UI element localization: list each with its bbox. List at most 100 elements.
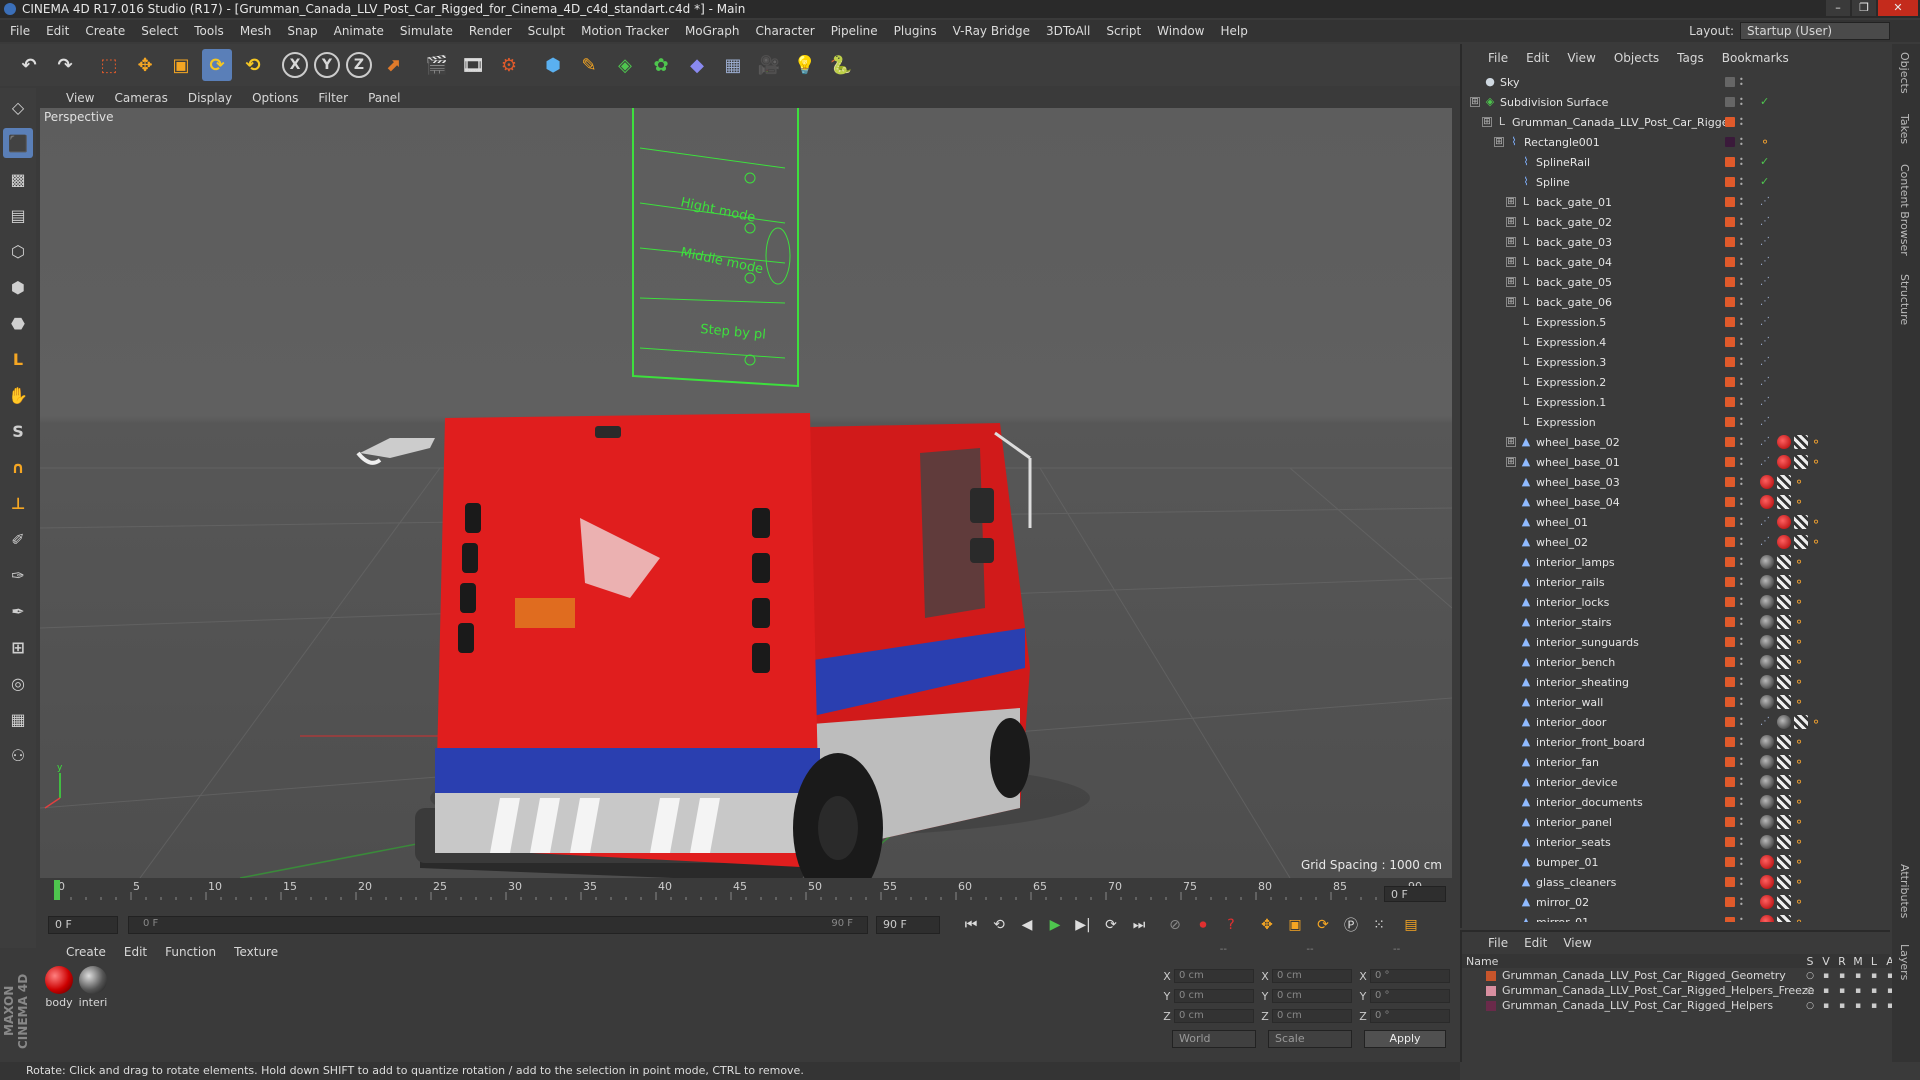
locked-icon[interactable]: ▪ — [1866, 986, 1882, 996]
recent-tool-icon[interactable]: ⟲ — [238, 49, 268, 81]
mat-dark-tag-icon[interactable] — [1777, 715, 1791, 729]
xp-tag-icon[interactable]: ⋰ — [1760, 415, 1774, 429]
menu-character[interactable]: Character — [755, 24, 814, 38]
object-row-splinerail[interactable]: ⌇ SplineRail • • ✓ — [1462, 152, 1890, 172]
play-icon[interactable]: ▶ — [1044, 914, 1066, 936]
menu-select[interactable]: Select — [141, 24, 178, 38]
layer-color-swatch[interactable] — [1725, 777, 1735, 787]
object-row-interior-sheating[interactable]: ▲ interior_sheating • • ⚬ — [1462, 672, 1890, 692]
orange-tag-icon[interactable]: ⚬ — [1794, 795, 1808, 809]
minimize-icon[interactable]: – — [1826, 0, 1850, 16]
orange-tag-icon[interactable]: ⚬ — [1794, 555, 1808, 569]
check-tag-icon[interactable] — [1794, 535, 1808, 549]
render-view-icon[interactable]: 🎬 — [422, 49, 452, 81]
mat-dark-tag-icon[interactable] — [1760, 815, 1774, 829]
mat-red-tag-icon[interactable] — [1760, 855, 1774, 869]
object-row-subdivision-surface[interactable]: ⊞ ◈ Subdivision Surface • • ✓ — [1462, 92, 1890, 112]
playhead[interactable] — [54, 880, 60, 900]
visibility-dots-icon[interactable]: •• — [1739, 376, 1745, 389]
layer-color-swatch[interactable] — [1725, 797, 1735, 807]
mat-dark-tag-icon[interactable] — [1760, 675, 1774, 689]
solo-icon[interactable]: ○ — [1802, 971, 1818, 981]
rig-hud-panel[interactable]: Hight mode Middle mode Step by pl — [632, 108, 799, 388]
render-icon[interactable]: ▪ — [1834, 1001, 1850, 1011]
live-selection-icon[interactable]: ⬚ — [94, 49, 124, 81]
light-icon[interactable]: 💡 — [790, 49, 820, 81]
object-name[interactable]: Expression.5 — [1536, 316, 1606, 329]
visible-icon[interactable]: ▪ — [1818, 971, 1834, 981]
key-position-icon[interactable]: ✥ — [1256, 914, 1278, 936]
menu-v-ray-bridge[interactable]: V-Ray Bridge — [953, 24, 1030, 38]
visibility-dots-icon[interactable]: •• — [1739, 76, 1745, 89]
layer-color-swatch[interactable] — [1725, 517, 1735, 527]
key-pla-icon[interactable]: ⁙ — [1368, 914, 1390, 936]
visibility-dots-icon[interactable]: •• — [1739, 536, 1745, 549]
side-tab-objects[interactable]: Objects — [1898, 52, 1911, 94]
mat-red-tag-icon[interactable] — [1760, 895, 1774, 909]
orange-tag-icon[interactable]: ⚬ — [1794, 675, 1808, 689]
object-row-interior-wall[interactable]: ▲ interior_wall • • ⚬ — [1462, 692, 1890, 712]
visibility-dots-icon[interactable]: •• — [1739, 356, 1745, 369]
side-tab-layers[interactable]: Layers — [1898, 944, 1911, 980]
visibility-dots-icon[interactable]: •• — [1739, 116, 1745, 129]
enabled-check-icon[interactable]: ✓ — [1760, 95, 1774, 109]
layer-color-swatch[interactable] — [1486, 1000, 1496, 1011]
frame-range-slider[interactable]: 0 F 90 F — [128, 916, 868, 934]
xp-tag-icon[interactable]: ⋰ — [1760, 435, 1774, 449]
object-row-wheel-02[interactable]: ▲ wheel_02 • • ⋰ ⚬ — [1462, 532, 1890, 552]
orange-tag-icon[interactable]: ⚬ — [1794, 835, 1808, 849]
object-row-interior-stairs[interactable]: ▲ interior_stairs • • ⚬ — [1462, 612, 1890, 632]
menu-script[interactable]: Script — [1106, 24, 1141, 38]
solo-icon[interactable]: ○ — [1802, 1001, 1818, 1011]
object-name[interactable]: Grumman_Canada_LLV_Post_Car_Rigged — [1512, 116, 1735, 129]
check-tag-icon[interactable] — [1777, 755, 1791, 769]
enabled-check-icon[interactable]: ✓ — [1760, 175, 1774, 189]
layer-color-swatch[interactable] — [1725, 757, 1735, 767]
object-row-expression-2[interactable]: L Expression.2 • • ⋰ — [1462, 372, 1890, 392]
mat-red-tag-icon[interactable] — [1777, 455, 1791, 469]
expand-toggle-icon[interactable]: ⊞ — [1506, 237, 1516, 247]
maximize-icon[interactable]: ❐ — [1852, 0, 1876, 16]
layer-color-swatch[interactable] — [1725, 337, 1735, 347]
menu-mograph[interactable]: MoGraph — [685, 24, 740, 38]
layer-color-swatch[interactable] — [1725, 357, 1735, 367]
side-tab-attributes[interactable]: Attributes — [1898, 864, 1911, 918]
object-name[interactable]: Expression.2 — [1536, 376, 1606, 389]
scale-tool-icon[interactable]: ▣ — [166, 49, 196, 81]
layer-color-swatch[interactable] — [1725, 857, 1735, 867]
object-row-interior-rails[interactable]: ▲ interior_rails • • ⚬ — [1462, 572, 1890, 592]
layer-color-swatch[interactable] — [1725, 397, 1735, 407]
object-row-interior-front-board[interactable]: ▲ interior_front_board • • ⚬ — [1462, 732, 1890, 752]
quantize-icon[interactable]: ⊥ — [3, 488, 33, 518]
menu-pipeline[interactable]: Pipeline — [831, 24, 878, 38]
object-row-back-gate-01[interactable]: ⊞ Lback_gate_01 • • ⋰ — [1462, 192, 1890, 212]
menu-motion-tracker[interactable]: Motion Tracker — [581, 24, 669, 38]
undo-icon[interactable]: ↶ — [14, 49, 44, 81]
object-name[interactable]: interior_seats — [1536, 836, 1611, 849]
check-tag-icon[interactable] — [1777, 815, 1791, 829]
object-menu-file[interactable]: File — [1488, 51, 1508, 65]
layer-row[interactable]: Grumman_Canada_LLV_Post_Car_Rigged_Helpe… — [1462, 998, 1893, 1013]
orange-tag-icon[interactable]: ⚬ — [1794, 855, 1808, 869]
object-name[interactable]: interior_sheating — [1536, 676, 1629, 689]
x-axis-button[interactable]: X — [282, 52, 308, 78]
check-tag-icon[interactable] — [1777, 675, 1791, 689]
layer-color-swatch[interactable] — [1725, 597, 1735, 607]
object-row-wheel-base-04[interactable]: ▲ wheel_base_04 • • ⚬ — [1462, 492, 1890, 512]
object-menu-view[interactable]: View — [1567, 51, 1595, 65]
object-name[interactable]: interior_documents — [1536, 796, 1643, 809]
side-tab-takes[interactable]: Takes — [1898, 114, 1911, 144]
visibility-dots-icon[interactable]: •• — [1739, 576, 1745, 589]
start-frame-field[interactable]: 0 F — [48, 916, 118, 934]
python-icon[interactable]: 🐍 — [826, 49, 856, 81]
visibility-dots-icon[interactable]: •• — [1739, 556, 1745, 569]
visibility-dots-icon[interactable]: •• — [1739, 676, 1745, 689]
viewport-menu-options[interactable]: Options — [252, 91, 298, 105]
layer-color-swatch[interactable] — [1725, 417, 1735, 427]
visibility-dots-icon[interactable]: •• — [1739, 296, 1745, 309]
menu-simulate[interactable]: Simulate — [400, 24, 453, 38]
object-row-interior-bench[interactable]: ▲ interior_bench • • ⚬ — [1462, 652, 1890, 672]
object-name[interactable]: interior_bench — [1536, 656, 1615, 669]
orange-tag-icon[interactable]: ⚬ — [1794, 775, 1808, 789]
solo-icon[interactable]: ○ — [1802, 986, 1818, 996]
